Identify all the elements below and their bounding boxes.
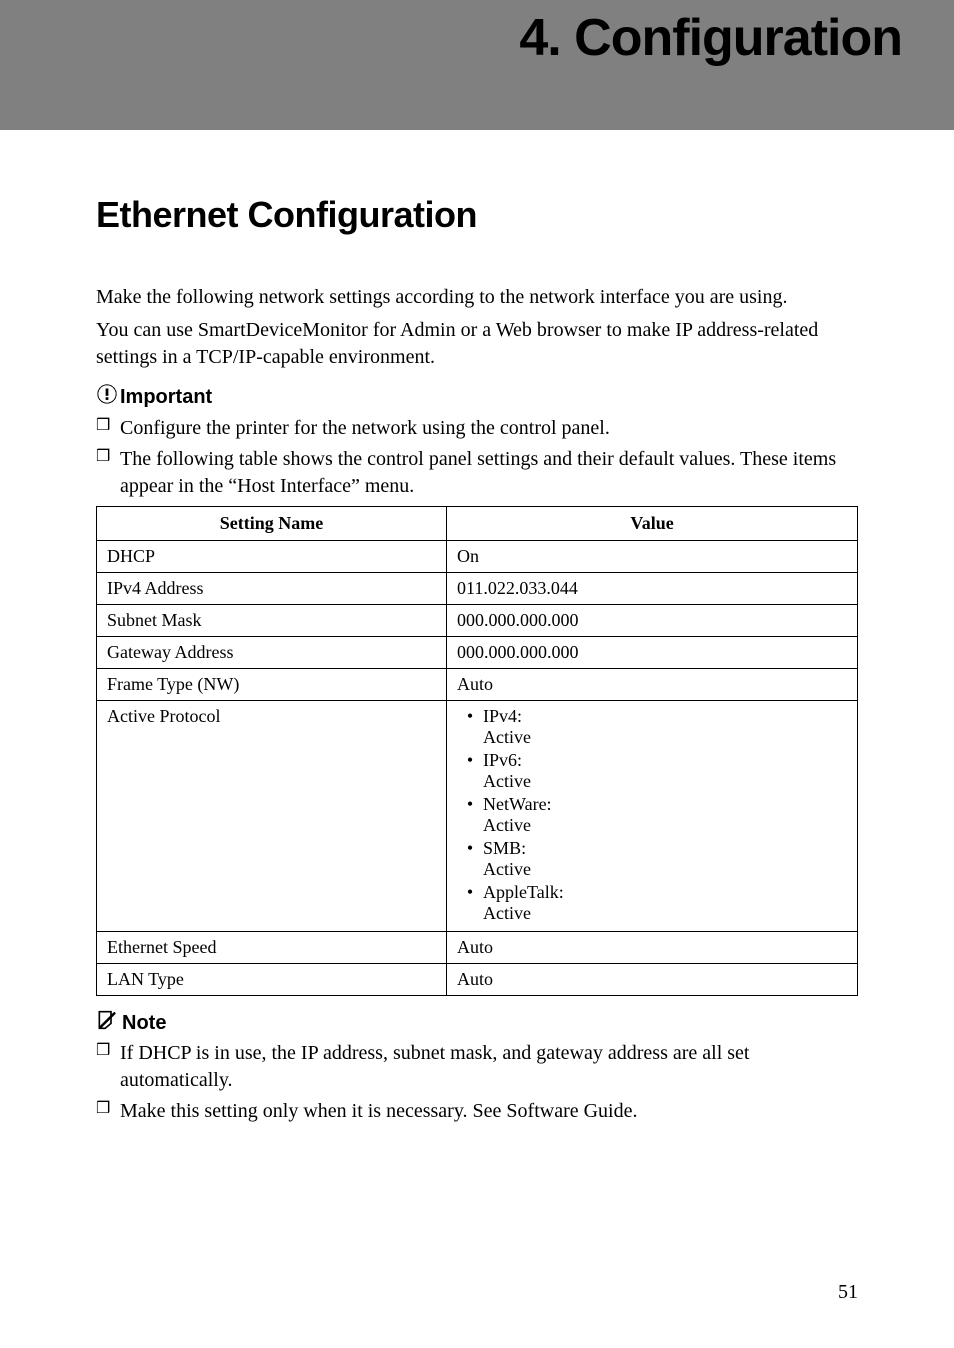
important-label: Important <box>120 386 212 409</box>
note-item-text: If DHCP is in use, the IP address, subne… <box>120 1040 858 1094</box>
bullet-icon: • <box>457 750 483 792</box>
page-number: 51 <box>838 1281 858 1304</box>
setting-name-cell: LAN Type <box>97 964 447 996</box>
note-icon <box>96 1010 116 1036</box>
chapter-title: 4. Configuration <box>519 8 902 68</box>
protocol-status: Active <box>483 859 531 879</box>
important-item-1: ❒ Configure the printer for the network … <box>96 415 858 442</box>
protocol-item: • AppleTalk: Active <box>457 882 847 924</box>
note-heading: Note <box>96 1010 858 1036</box>
protocol-label: IPv6: <box>483 750 522 770</box>
note-item-1: ❒ If DHCP is in use, the IP address, sub… <box>96 1040 858 1094</box>
protocol-item: • NetWare: Active <box>457 794 847 836</box>
setting-name-cell: IPv4 Address <box>97 573 447 605</box>
protocol-status: Active <box>483 903 531 923</box>
table-header-value: Value <box>447 507 858 541</box>
setting-value-cell: 000.000.000.000 <box>447 605 858 637</box>
page-content: Ethernet Configuration Make the followin… <box>0 130 954 1125</box>
important-item-2: ❒ The following table shows the control … <box>96 446 858 500</box>
bullet-icon: • <box>457 706 483 748</box>
intro-paragraph-1: Make the following network settings acco… <box>96 284 858 311</box>
protocol-list: • IPv4: Active • IPv6: Active <box>457 706 847 924</box>
setting-name-cell: DHCP <box>97 541 447 573</box>
bullet-icon: • <box>457 882 483 924</box>
important-heading: Important <box>96 383 858 411</box>
table-row: Ethernet Speed Auto <box>97 932 858 964</box>
list-marker-icon: ❒ <box>96 446 120 500</box>
section-title: Ethernet Configuration <box>96 194 858 236</box>
protocol-status: Active <box>483 771 531 791</box>
table-header-name: Setting Name <box>97 507 447 541</box>
table-row: Gateway Address 000.000.000.000 <box>97 637 858 669</box>
setting-value-cell: 000.000.000.000 <box>447 637 858 669</box>
protocol-item: • IPv6: Active <box>457 750 847 792</box>
bullet-icon: • <box>457 838 483 880</box>
setting-value-cell: 011.022.033.044 <box>447 573 858 605</box>
protocol-label: AppleTalk: <box>483 882 564 902</box>
note-item-text: Make this setting only when it is necess… <box>120 1098 858 1125</box>
setting-name-cell: Ethernet Speed <box>97 932 447 964</box>
setting-value-cell: • IPv4: Active • IPv6: Active <box>447 701 858 932</box>
setting-value-cell: Auto <box>447 964 858 996</box>
table-row: Frame Type (NW) Auto <box>97 669 858 701</box>
list-marker-icon: ❒ <box>96 1098 120 1125</box>
protocol-item: • SMB: Active <box>457 838 847 880</box>
setting-value-cell: Auto <box>447 932 858 964</box>
note-label: Note <box>122 1012 166 1035</box>
table-row: IPv4 Address 011.022.033.044 <box>97 573 858 605</box>
important-item-text: Configure the printer for the network us… <box>120 415 858 442</box>
intro-paragraph-2: You can use SmartDeviceMonitor for Admin… <box>96 317 858 371</box>
table-row: Subnet Mask 000.000.000.000 <box>97 605 858 637</box>
protocol-label: NetWare: <box>483 794 552 814</box>
important-item-text: The following table shows the control pa… <box>120 446 858 500</box>
setting-name-cell: Subnet Mask <box>97 605 447 637</box>
protocol-label: IPv4: <box>483 706 522 726</box>
protocol-label: SMB: <box>483 838 526 858</box>
bullet-icon: • <box>457 794 483 836</box>
important-icon <box>96 383 118 411</box>
note-item-2: ❒ Make this setting only when it is nece… <box>96 1098 858 1125</box>
protocol-status: Active <box>483 815 531 835</box>
table-row: Active Protocol • IPv4: Active • <box>97 701 858 932</box>
list-marker-icon: ❒ <box>96 1040 120 1094</box>
setting-name-cell: Frame Type (NW) <box>97 669 447 701</box>
table-row: LAN Type Auto <box>97 964 858 996</box>
protocol-item: • IPv4: Active <box>457 706 847 748</box>
setting-value-cell: On <box>447 541 858 573</box>
table-header-row: Setting Name Value <box>97 507 858 541</box>
setting-value-cell: Auto <box>447 669 858 701</box>
table-row: DHCP On <box>97 541 858 573</box>
list-marker-icon: ❒ <box>96 415 120 442</box>
settings-table: Setting Name Value DHCP On IPv4 Address … <box>96 506 858 996</box>
protocol-status: Active <box>483 727 531 747</box>
setting-name-cell: Gateway Address <box>97 637 447 669</box>
setting-name-cell: Active Protocol <box>97 701 447 932</box>
header-bar: 4. Configuration <box>0 0 954 130</box>
